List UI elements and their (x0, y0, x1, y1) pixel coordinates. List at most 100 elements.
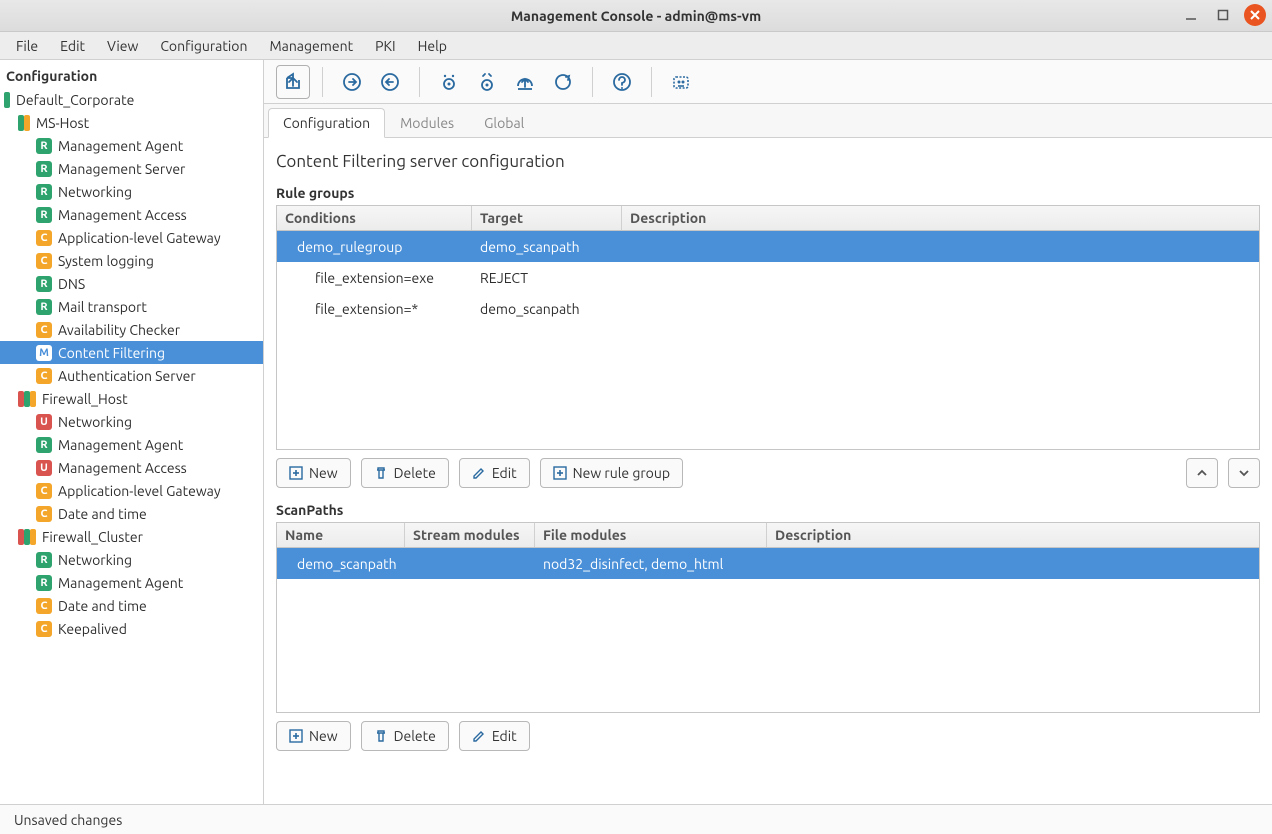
column-header[interactable]: File modules (535, 523, 767, 547)
table-cell: REJECT (472, 270, 622, 286)
tree-item-label: Keepalived (58, 621, 127, 637)
tree-item[interactable]: RManagement Access (0, 203, 263, 226)
upload-button[interactable] (508, 65, 542, 99)
column-header[interactable]: Description (622, 206, 1222, 230)
badge-icon: C (36, 598, 52, 614)
tree-item[interactable]: RNetworking (0, 548, 263, 571)
menu-configuration[interactable]: Configuration (150, 35, 257, 57)
column-header[interactable]: Description (767, 523, 1167, 547)
maximize-button[interactable] (1212, 4, 1234, 26)
menu-pki[interactable]: PKI (365, 35, 405, 57)
tree-item[interactable]: R Networking (0, 180, 263, 203)
badge-icon: R (36, 276, 52, 292)
badge-icon: R (36, 184, 52, 200)
column-header[interactable]: Name (277, 523, 405, 547)
tree-item-label: DNS (58, 276, 85, 292)
table-row[interactable]: demo_scanpathnod32_disinfect, demo_html (277, 548, 1259, 579)
up-level-button[interactable] (276, 65, 310, 99)
tree-item-label: Management Access (58, 460, 187, 476)
menu-view[interactable]: View (97, 35, 148, 57)
column-header[interactable]: Stream modules (405, 523, 535, 547)
tree-item[interactable]: RManagement Agent (0, 134, 263, 157)
help-toolbar-button[interactable] (605, 65, 639, 99)
button-label: New rule group (573, 465, 670, 481)
column-header[interactable]: Target (472, 206, 622, 230)
tree-item-label: Date and time (58, 598, 147, 614)
settings-transfer-button[interactable] (470, 65, 504, 99)
tree-item[interactable]: C Application-level Gateway (0, 226, 263, 249)
tab-modules[interactable]: Modules (385, 108, 469, 138)
table-row[interactable]: demo_rulegroupdemo_scanpath (277, 231, 1259, 262)
tree-item[interactable]: MContent Filtering (0, 341, 263, 364)
badge-icon: C (36, 230, 52, 246)
button-label: Delete (394, 465, 436, 481)
button-label: New (309, 728, 338, 744)
tree-item-label: Networking (58, 552, 132, 568)
robot-button[interactable] (664, 65, 698, 99)
rulegroups-newgroup-button[interactable]: New rule group (540, 458, 683, 488)
rulegroups-edit-button[interactable]: Edit (459, 458, 530, 488)
table-cell: file_extension=* (277, 301, 472, 317)
tree-item-label: MS-Host (36, 115, 89, 131)
rulegroups-buttons: New Delete Edit New rule group (276, 458, 1260, 488)
move-down-button[interactable] (1228, 458, 1260, 488)
scanpaths-body: demo_scanpathnod32_disinfect, demo_html (277, 548, 1259, 712)
tree-item[interactable]: Firewall_Host (0, 387, 263, 410)
tree-item[interactable]: UNetworking (0, 410, 263, 433)
tree-item[interactable]: CSystem logging (0, 249, 263, 272)
status-icon (4, 92, 10, 108)
tree-item[interactable]: RManagement Agent (0, 433, 263, 456)
tree-item[interactable]: MS-Host (0, 111, 263, 134)
tree-item[interactable]: CAuthentication Server (0, 364, 263, 387)
view-config-button[interactable] (432, 65, 466, 99)
tree-item[interactable]: C Application-level Gateway (0, 479, 263, 502)
column-header[interactable]: Conditions (277, 206, 472, 230)
menu-edit[interactable]: Edit (50, 35, 95, 57)
config-tree: Default_CorporateMS-HostRManagement Agen… (0, 88, 263, 652)
badge-icon: C (36, 483, 52, 499)
close-button[interactable] (1244, 4, 1266, 26)
menu-file[interactable]: File (6, 35, 48, 57)
statusbar: Unsaved changes (0, 804, 1272, 834)
tree-item[interactable]: R DNS (0, 272, 263, 295)
tree-item[interactable]: CKeepalived (0, 617, 263, 640)
table-cell: demo_scanpath (472, 301, 622, 317)
tree-item[interactable]: RMail transport (0, 295, 263, 318)
config-panel: Content Filtering server configuration R… (264, 138, 1272, 804)
revert-button[interactable] (373, 65, 407, 99)
menu-help[interactable]: Help (408, 35, 457, 57)
tab-global[interactable]: Global (469, 108, 539, 138)
tree-item-label: Application-level Gateway (58, 230, 221, 246)
tree-item[interactable]: C Date and time (0, 594, 263, 617)
tree-item[interactable]: Firewall_Cluster (0, 525, 263, 548)
tree-item[interactable]: UManagement Access (0, 456, 263, 479)
table-row[interactable]: file_extension=*demo_scanpath (277, 293, 1259, 324)
tree-item-label: Management Agent (58, 138, 183, 154)
minimize-button[interactable] (1180, 4, 1202, 26)
tree-item[interactable]: RManagement Agent (0, 571, 263, 594)
tree-item-label: Networking (58, 184, 132, 200)
badge-icon: R (36, 207, 52, 223)
tree-item-label: Application-level Gateway (58, 483, 221, 499)
scanpaths-new-button[interactable]: New (276, 721, 351, 751)
scanpaths-edit-button[interactable]: Edit (459, 721, 530, 751)
tree-item-label: Firewall_Cluster (42, 529, 143, 545)
move-up-button[interactable] (1186, 458, 1218, 488)
tree-item[interactable]: Default_Corporate (0, 88, 263, 111)
tree-item[interactable]: CAvailability Checker (0, 318, 263, 341)
commit-button[interactable] (335, 65, 369, 99)
rulegroups-new-button[interactable]: New (276, 458, 351, 488)
scanpaths-delete-button[interactable]: Delete (361, 721, 449, 751)
plus-icon (289, 729, 303, 743)
tree-item-label: Management Agent (58, 437, 183, 453)
table-row[interactable]: file_extension=exeREJECT (277, 262, 1259, 293)
tree-item[interactable]: CDate and time (0, 502, 263, 525)
rulegroups-delete-button[interactable]: Delete (361, 458, 449, 488)
refresh-button[interactable] (546, 65, 580, 99)
table-cell: file_extension=exe (277, 270, 472, 286)
scanpaths-label: ScanPaths (276, 502, 1260, 518)
content-area: Configuration Modules Global Content Fil… (264, 60, 1272, 804)
tab-configuration[interactable]: Configuration (268, 108, 385, 138)
menu-management[interactable]: Management (259, 35, 363, 57)
tree-item[interactable]: RManagement Server (0, 157, 263, 180)
